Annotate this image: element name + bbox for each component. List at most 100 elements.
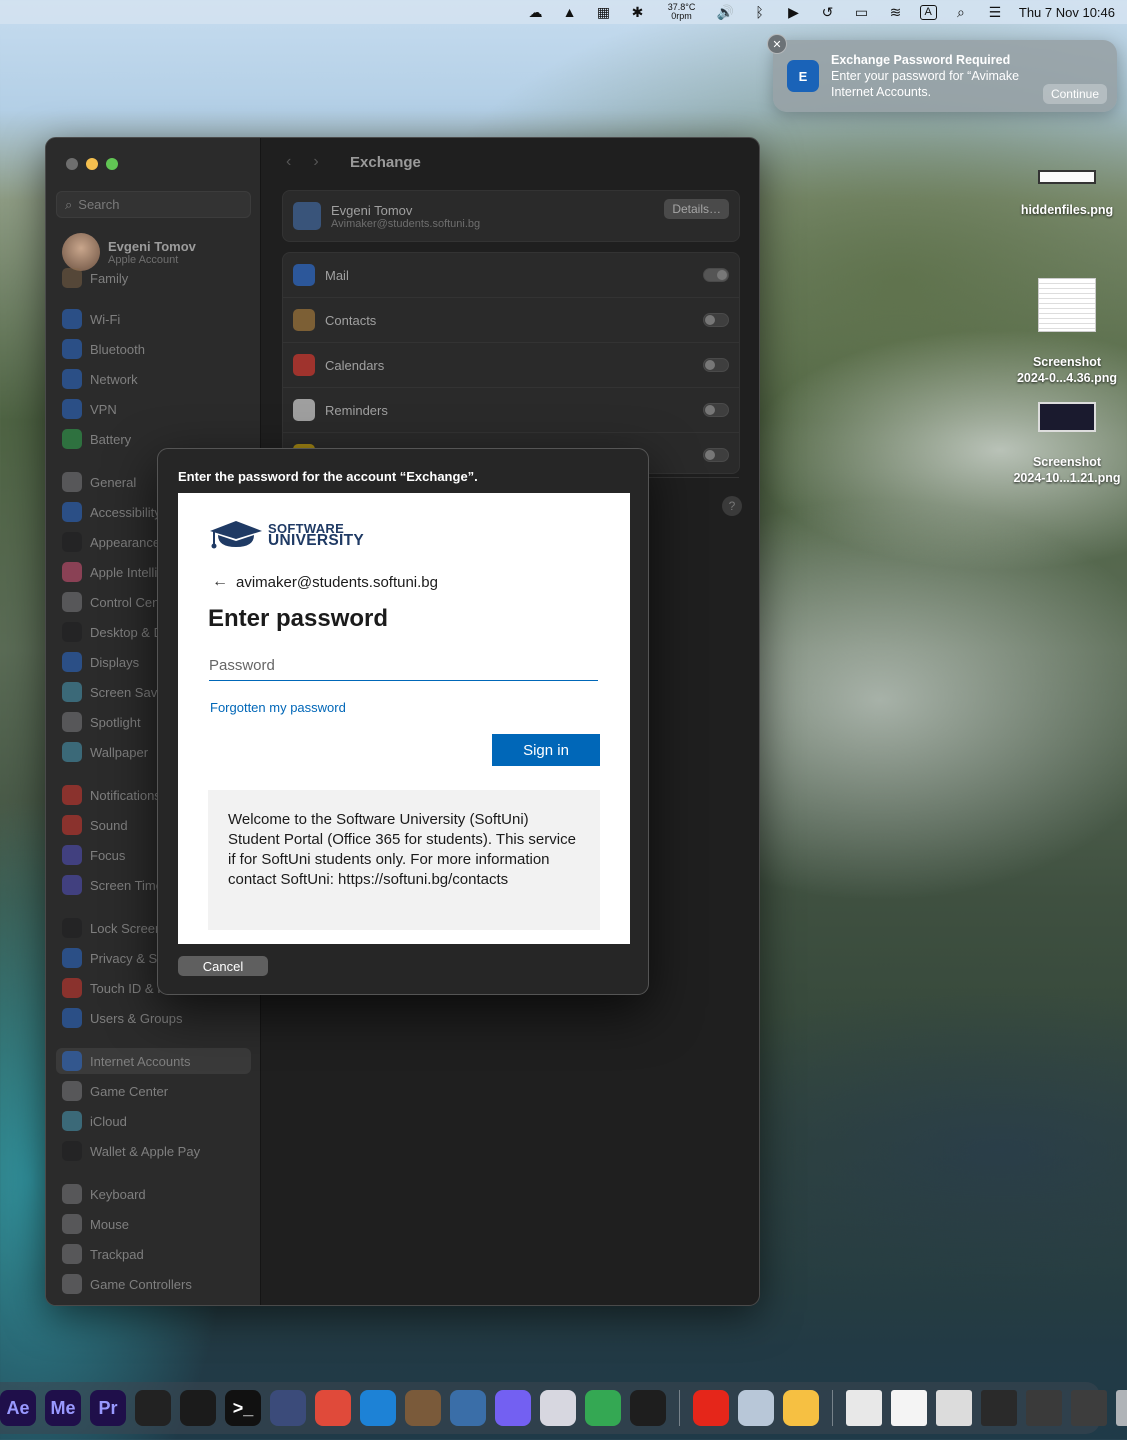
- dock-app-icon[interactable]: [135, 1390, 171, 1426]
- service-row: Calendars: [283, 343, 739, 388]
- details-button[interactable]: Details…: [664, 199, 729, 219]
- password-input[interactable]: [209, 651, 598, 681]
- spotlight-search-icon[interactable]: ⌕: [951, 4, 971, 20]
- dock-document-icon[interactable]: [891, 1390, 927, 1426]
- sidebar-item-family[interactable]: Family: [56, 265, 251, 291]
- sidebar-item-icon: [62, 948, 82, 968]
- minimize-window-button[interactable]: [86, 158, 98, 170]
- account-email-label: avimaker@students.softuni.bg: [236, 573, 438, 591]
- dock: Ae Me Pr >_: [0, 1382, 1127, 1434]
- dock-document-icon[interactable]: [1071, 1390, 1107, 1426]
- service-label: Reminders: [325, 402, 388, 418]
- bluetooth-icon[interactable]: ᛒ: [750, 4, 770, 20]
- dock-app-icon[interactable]: [585, 1390, 621, 1426]
- back-chevron-icon[interactable]: ‹: [286, 153, 291, 171]
- password-dialog: Enter the password for the account “Exch…: [157, 448, 649, 995]
- dock-app-icon[interactable]: Me: [45, 1390, 81, 1426]
- service-toggle[interactable]: [703, 403, 729, 417]
- dock-document-icon[interactable]: [1026, 1390, 1062, 1426]
- dock-app-icon[interactable]: Ae: [0, 1390, 36, 1426]
- forgot-password-link[interactable]: Forgotten my password: [210, 700, 346, 715]
- sign-in-button[interactable]: Sign in: [492, 734, 600, 766]
- volume-icon[interactable]: 🔊: [716, 4, 736, 20]
- service-row: Mail: [283, 253, 739, 298]
- drive-icon[interactable]: ▲: [560, 4, 580, 20]
- dock-app-icon[interactable]: [540, 1390, 576, 1426]
- dock-app-icon[interactable]: [783, 1390, 819, 1426]
- desktop-file-screenshot-2[interactable]: Screenshot 2024-10...1.21.png: [1012, 386, 1122, 502]
- battery-icon[interactable]: ▭: [852, 4, 872, 20]
- dock-app-icon[interactable]: [495, 1390, 531, 1426]
- dock-app-icon[interactable]: [738, 1390, 774, 1426]
- notification-continue-button[interactable]: Continue: [1042, 84, 1107, 104]
- sidebar-item-vpn[interactable]: VPN: [56, 396, 251, 422]
- notification-close-button[interactable]: ✕: [767, 34, 787, 54]
- sidebar-item-icon: [62, 622, 82, 642]
- sidebar-item-network[interactable]: Network: [56, 366, 251, 392]
- dock-app-icon[interactable]: [405, 1390, 441, 1426]
- service-row: Contacts: [283, 298, 739, 343]
- sidebar-item-internet-accounts[interactable]: Internet Accounts: [56, 1048, 251, 1074]
- sidebar-item-mouse[interactable]: Mouse: [56, 1211, 251, 1237]
- dock-app-icon[interactable]: [315, 1390, 351, 1426]
- wifi-icon[interactable]: ≋: [886, 4, 906, 20]
- sidebar-item-game-center[interactable]: Game Center: [56, 1078, 251, 1104]
- forward-chevron-icon[interactable]: ›: [313, 153, 318, 171]
- services-list: Mail Contacts Calendars Reminders: [282, 252, 740, 478]
- fan-icon[interactable]: ✱: [628, 4, 648, 20]
- sidebar-item-icon: [62, 429, 82, 449]
- sidebar-item-wi-fi[interactable]: Wi-Fi: [56, 306, 251, 332]
- dock-app-icon[interactable]: [450, 1390, 486, 1426]
- settings-search-field[interactable]: ⌕ Search: [56, 191, 251, 218]
- trash-icon[interactable]: [1116, 1390, 1127, 1426]
- dock-separator: [679, 1390, 680, 1426]
- service-toggle[interactable]: [703, 358, 729, 372]
- close-window-button[interactable]: [66, 158, 78, 170]
- file-label: Screenshot 2024-0...4.36.png: [1016, 355, 1118, 385]
- sidebar-item-label: Network: [90, 371, 138, 387]
- input-source-indicator[interactable]: A: [919, 4, 937, 20]
- sidebar-item-users-groups[interactable]: Users & Groups: [56, 1005, 251, 1031]
- desktop-file-hiddenfiles[interactable]: hiddenfiles.png: [1012, 170, 1122, 218]
- sidebar-item-icon: [62, 399, 82, 419]
- time-machine-icon[interactable]: ↺: [818, 4, 838, 20]
- sidebar-item-keyboard[interactable]: Keyboard: [56, 1181, 251, 1207]
- service-toggle[interactable]: [703, 448, 729, 462]
- cancel-button[interactable]: Cancel: [178, 956, 268, 976]
- dock-document-icon[interactable]: [936, 1390, 972, 1426]
- sidebar-item-icon: [62, 875, 82, 895]
- dock-app-icon[interactable]: [180, 1390, 216, 1426]
- sidebar-item-icon: [62, 268, 82, 288]
- sidebar-item-label: Wallpaper: [90, 744, 149, 760]
- dock-document-icon[interactable]: [981, 1390, 1017, 1426]
- control-centre-icon[interactable]: ☰: [985, 4, 1005, 20]
- service-label: Calendars: [325, 357, 385, 373]
- dock-app-icon[interactable]: [693, 1390, 729, 1426]
- play-icon[interactable]: ▶: [784, 4, 804, 20]
- help-button[interactable]: ?: [722, 496, 742, 516]
- zoom-window-button[interactable]: [106, 158, 118, 170]
- sidebar-item-icloud[interactable]: iCloud: [56, 1108, 251, 1134]
- dock-app-icon[interactable]: >_: [225, 1390, 261, 1426]
- fan-rpm-value: 0rpm: [671, 11, 692, 21]
- sidebar-item-icon: [62, 1081, 82, 1101]
- temperature-readout[interactable]: 37.8°C 0rpm: [662, 3, 702, 21]
- desktop-file-screenshot-1[interactable]: Screenshot 2024-0...4.36.png: [1012, 262, 1122, 402]
- cloud-icon[interactable]: ☁: [526, 4, 546, 20]
- service-toggle[interactable]: [703, 313, 729, 327]
- back-arrow-icon[interactable]: ←: [212, 573, 228, 591]
- dock-app-icon[interactable]: [360, 1390, 396, 1426]
- menu-clock[interactable]: Thu 7 Nov 10:46: [1019, 5, 1115, 20]
- dock-app-icon[interactable]: Pr: [90, 1390, 126, 1426]
- sidebar-item-wallet-apple-pay[interactable]: Wallet & Apple Pay: [56, 1138, 251, 1164]
- display-icon[interactable]: ▦: [594, 4, 614, 20]
- exchange-notification[interactable]: ✕ E Exchange Password Required Enter you…: [767, 34, 1117, 112]
- dock-document-icon[interactable]: [846, 1390, 882, 1426]
- dock-app-icon[interactable]: [630, 1390, 666, 1426]
- dock-app-icon[interactable]: [270, 1390, 306, 1426]
- service-toggle[interactable]: [703, 268, 729, 282]
- sidebar-item-trackpad[interactable]: Trackpad: [56, 1241, 251, 1267]
- sidebar-item-bluetooth[interactable]: Bluetooth: [56, 336, 251, 362]
- sidebar-item-game-controllers[interactable]: Game Controllers: [56, 1271, 251, 1297]
- outlook-icon: E: [787, 60, 819, 92]
